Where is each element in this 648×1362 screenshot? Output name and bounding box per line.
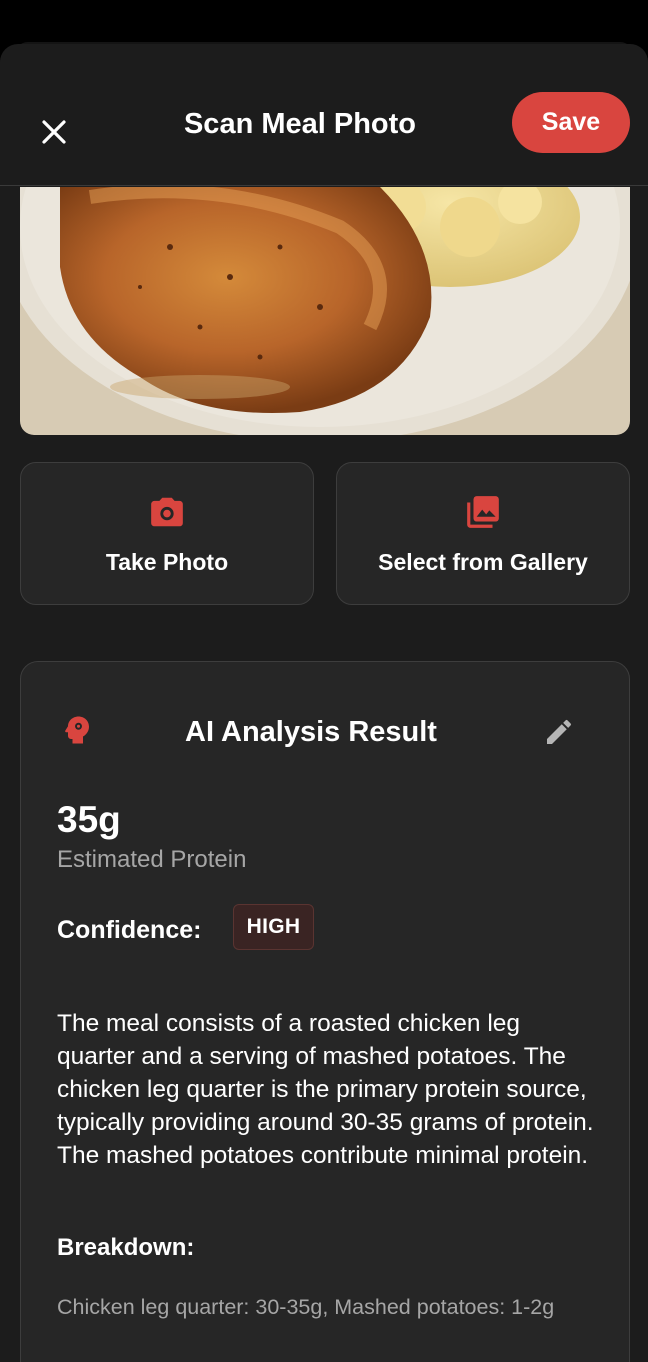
confidence-label: Confidence: xyxy=(57,916,202,944)
protein-value: 35g xyxy=(57,799,121,840)
select-from-gallery-button[interactable]: Select from Gallery xyxy=(336,462,630,605)
meal-photo xyxy=(20,187,630,435)
take-photo-button[interactable]: Take Photo xyxy=(20,462,314,605)
photo-library-icon xyxy=(337,493,629,533)
header-bar: Scan Meal Photo Save xyxy=(0,60,648,186)
save-button[interactable]: Save xyxy=(512,92,630,153)
camera-icon xyxy=(21,493,313,533)
breakdown-label: Breakdown: xyxy=(57,1234,195,1261)
confidence-badge: HIGH xyxy=(233,904,314,950)
take-photo-label: Take Photo xyxy=(105,549,229,575)
scan-meal-sheet: Take Photo Select from Gallery AI Analys… xyxy=(0,44,648,1362)
edit-icon[interactable] xyxy=(543,716,575,753)
ai-analysis-card: AI Analysis Result 35g Estimated Protein… xyxy=(20,661,630,1362)
protein-label: Estimated Protein xyxy=(57,846,247,873)
analysis-description: The meal consists of a roasted chicken l… xyxy=(57,1010,594,1169)
page-title: Scan Meal Photo xyxy=(183,108,417,140)
analysis-title: AI Analysis Result xyxy=(185,716,437,748)
breakdown-text: Chicken leg quarter: 30-35g, Mashed pota… xyxy=(57,1295,555,1319)
gallery-label: Select from Gallery xyxy=(378,549,588,575)
